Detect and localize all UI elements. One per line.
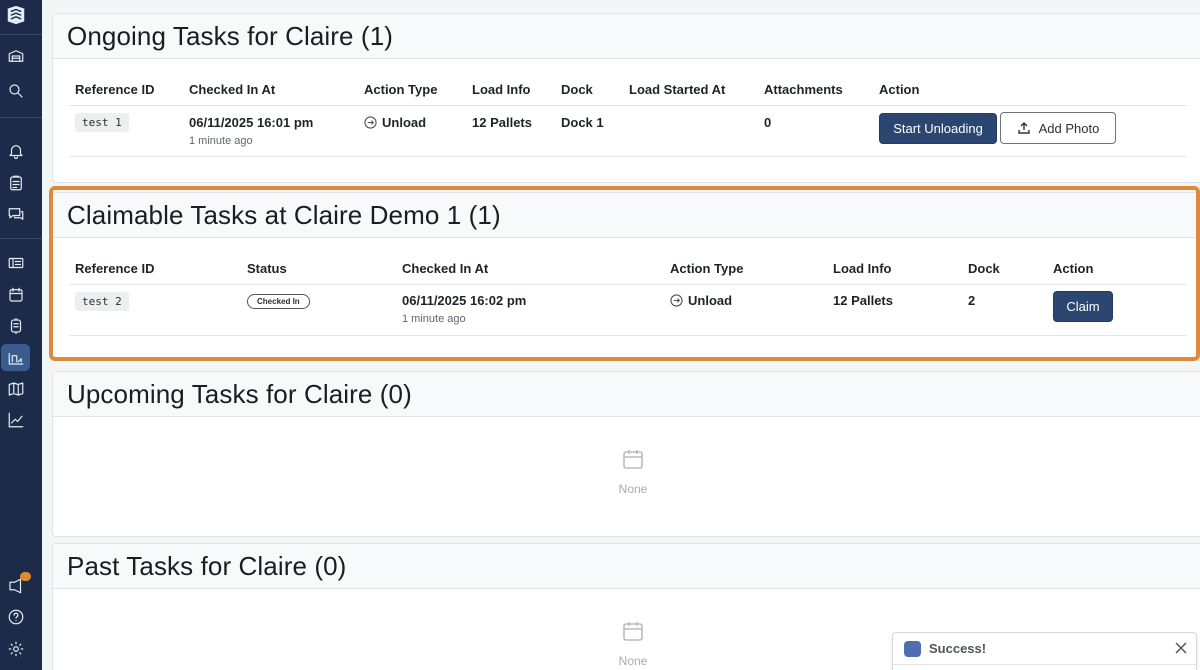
search-icon[interactable] — [5, 80, 27, 102]
success-toast: Success! — [892, 632, 1197, 670]
col-reference-id: Reference ID — [75, 261, 155, 276]
toast-header: Success! — [893, 633, 1196, 665]
col-load-started-at: Load Started At — [629, 82, 726, 97]
col-reference-id: Reference ID — [75, 82, 155, 97]
past-tasks-title: Past Tasks for Claire (0) — [67, 550, 347, 581]
col-dock: Dock — [968, 261, 1000, 276]
clipboard-icon[interactable] — [5, 172, 27, 194]
close-icon[interactable] — [1174, 641, 1188, 655]
add-photo-button[interactable]: Add Photo — [1000, 112, 1116, 144]
col-checked-in-at: Checked In At — [189, 82, 276, 97]
claimable-tasks-section: Claimable Tasks at Claire Demo 1 (1) Ref… — [52, 192, 1200, 358]
col-action: Action — [879, 82, 920, 97]
load-info-value: 12 Pallets — [472, 115, 532, 130]
upcoming-empty-state: None — [53, 447, 1200, 496]
checked-in-relative: 1 minute ago — [402, 313, 466, 325]
notification-badge — [20, 572, 31, 581]
warehouse-icon[interactable] — [5, 45, 27, 67]
chat-icon[interactable] — [5, 203, 27, 225]
col-action-type: Action Type — [364, 82, 438, 97]
dock-icon[interactable] — [5, 347, 27, 369]
arrow-circle-icon — [670, 294, 683, 307]
empty-label: None — [618, 482, 648, 496]
reference-id-chip: test 1 — [75, 113, 129, 132]
attachments-count: 0 — [764, 115, 772, 130]
dock-value: 2 — [968, 293, 976, 308]
action-type-cell: Unload — [364, 115, 426, 130]
chart-icon[interactable] — [5, 409, 27, 431]
status-badge: Checked In — [247, 294, 310, 309]
col-status: Status — [247, 261, 287, 276]
action-type-value: Unload — [688, 293, 733, 308]
calendar-icon — [623, 622, 643, 641]
checked-in-time: 06/11/2025 16:01 pm — [189, 115, 314, 130]
upcoming-tasks-section: Upcoming Tasks for Claire (0) None — [52, 371, 1200, 537]
add-photo-label: Add Photo — [1038, 120, 1100, 136]
ongoing-tasks-section: Ongoing Tasks for Claire (1) Reference I… — [52, 13, 1200, 183]
col-dock: Dock — [561, 82, 593, 97]
logo-icon[interactable] — [5, 4, 27, 26]
checked-in-time: 06/11/2025 16:02 pm — [402, 293, 527, 308]
col-checked-in-at: Checked In At — [402, 261, 489, 276]
arrow-circle-icon — [364, 116, 377, 129]
col-attachments: Attachments — [764, 82, 843, 97]
load-info-value: 12 Pallets — [833, 293, 893, 308]
ongoing-tasks-title: Ongoing Tasks for Claire (1) — [67, 20, 394, 51]
toast-app-icon — [904, 640, 921, 657]
upcoming-tasks-header: Upcoming Tasks for Claire (0) — [53, 372, 1200, 417]
box-icon[interactable] — [5, 315, 27, 337]
checked-in-relative: 1 minute ago — [189, 135, 253, 147]
col-action: Action — [1053, 261, 1094, 276]
reference-id-chip: test 2 — [75, 292, 129, 311]
claim-button[interactable]: Claim — [1053, 291, 1113, 322]
sidebar — [0, 0, 42, 670]
col-action-type: Action Type — [670, 261, 744, 276]
action-type-cell: Unload — [670, 293, 732, 308]
col-load-info: Load Info — [472, 82, 531, 97]
claimable-tasks-title: Claimable Tasks at Claire Demo 1 (1) — [67, 199, 501, 230]
toast-title: Success! — [929, 641, 987, 656]
upload-icon — [1017, 122, 1030, 134]
action-type-value: Unload — [382, 115, 427, 130]
ticket-icon[interactable] — [5, 252, 27, 274]
upcoming-tasks-title: Upcoming Tasks for Claire (0) — [67, 378, 412, 409]
past-tasks-header: Past Tasks for Claire (0) — [53, 544, 1200, 589]
claimable-tasks-header: Claimable Tasks at Claire Demo 1 (1) — [53, 193, 1200, 238]
dock-value: Dock 1 — [561, 115, 604, 130]
col-load-info: Load Info — [833, 261, 892, 276]
map-icon[interactable] — [5, 378, 27, 400]
calendar-icon — [623, 450, 643, 469]
calendar-icon[interactable] — [5, 284, 27, 306]
gear-icon[interactable] — [5, 638, 27, 660]
start-unloading-button[interactable]: Start Unloading — [879, 113, 997, 144]
help-icon[interactable] — [5, 606, 27, 628]
ongoing-tasks-header: Ongoing Tasks for Claire (1) — [53, 14, 1200, 59]
bell-icon[interactable] — [5, 140, 27, 162]
